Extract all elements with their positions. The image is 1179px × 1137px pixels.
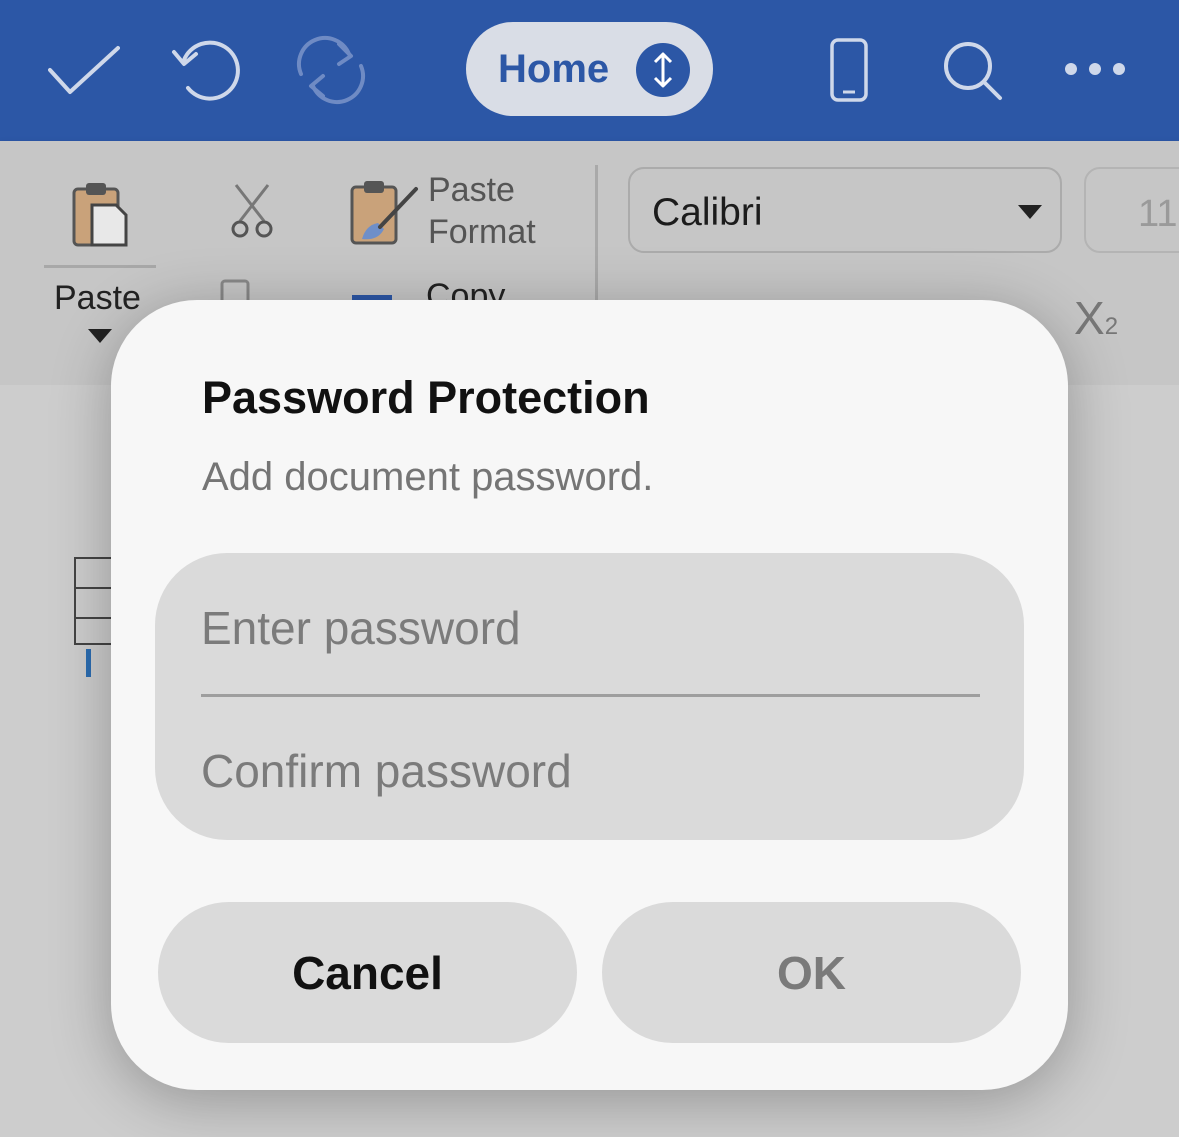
more-icon[interactable] bbox=[1062, 60, 1128, 78]
cancel-button[interactable]: Cancel bbox=[158, 902, 577, 1043]
home-tab-label: Home bbox=[498, 47, 610, 91]
password-protection-dialog: Password Protection Add document passwor… bbox=[111, 300, 1068, 1090]
checkmark-icon[interactable] bbox=[48, 44, 120, 96]
password-fields-group bbox=[155, 553, 1024, 840]
top-toolbar: Home bbox=[0, 0, 1179, 141]
confirm-password-field[interactable] bbox=[201, 716, 981, 826]
updown-arrow-icon bbox=[636, 43, 690, 97]
paste-icon[interactable] bbox=[70, 179, 130, 249]
paste-divider bbox=[44, 265, 156, 268]
subscript-button[interactable]: X2 bbox=[1074, 291, 1118, 345]
ribbon-divider bbox=[595, 165, 598, 305]
undo-icon[interactable] bbox=[170, 38, 244, 102]
paste-format-label-line1[interactable]: Paste bbox=[428, 173, 515, 207]
redo-icon[interactable] bbox=[293, 34, 369, 106]
paste-label[interactable]: Paste bbox=[54, 281, 141, 315]
font-size-value: 11 bbox=[1138, 193, 1178, 235]
enter-password-field[interactable] bbox=[201, 573, 981, 683]
subscript-digit: 2 bbox=[1104, 313, 1119, 340]
chevron-down-icon bbox=[1018, 205, 1042, 219]
font-name-dropdown[interactable]: Calibri bbox=[628, 167, 1062, 253]
paste-format-icon[interactable] bbox=[348, 177, 422, 247]
home-tab-selector[interactable]: Home bbox=[466, 22, 713, 116]
dialog-subtitle: Add document password. bbox=[202, 455, 654, 499]
field-divider bbox=[201, 694, 980, 697]
ok-button[interactable]: OK bbox=[602, 902, 1021, 1043]
cut-icon[interactable] bbox=[228, 181, 276, 239]
paste-options-arrow-icon[interactable] bbox=[88, 329, 112, 343]
subscript-label: X bbox=[1074, 292, 1105, 344]
font-size-field[interactable]: 11 bbox=[1084, 167, 1179, 253]
paste-format-label-line2[interactable]: Format bbox=[428, 215, 536, 249]
text-cursor bbox=[86, 649, 91, 677]
phone-view-icon[interactable] bbox=[830, 38, 868, 102]
font-name-value: Calibri bbox=[652, 191, 763, 234]
search-icon[interactable] bbox=[940, 40, 1004, 102]
dialog-title: Password Protection bbox=[202, 372, 650, 423]
